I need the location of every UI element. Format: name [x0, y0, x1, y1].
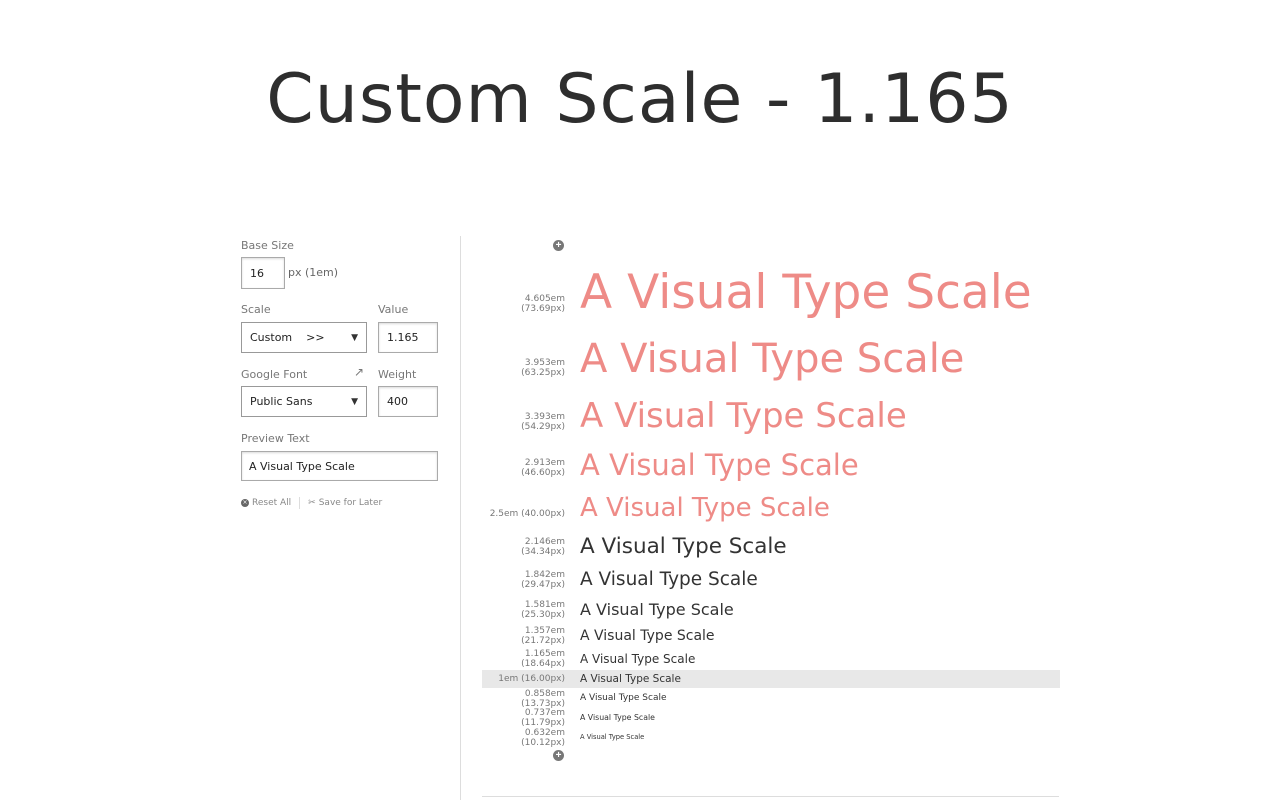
x-circle-icon: × [241, 499, 249, 507]
scale-label: Scale [241, 303, 271, 316]
value-label: Value [378, 303, 409, 316]
scale-sample-text: A Visual Type Scale [580, 600, 734, 619]
scale-sample-text: A Visual Type Scale [580, 264, 1032, 320]
scale-sample-text: A Visual Type Scale [580, 652, 696, 666]
scale-row: 1.842em (29.47px) A Visual Type Scale [482, 569, 1060, 591]
scale-size-label: 0.737em (11.79px) [521, 708, 565, 728]
weight-label: Weight [378, 368, 417, 381]
save-for-later-button[interactable]: ✂ Save for Later [308, 498, 382, 508]
scissors-icon: ✂ [308, 498, 316, 508]
scale-size-label: 1em (16.00px) [498, 674, 565, 684]
scale-select-value: Custom >> [250, 331, 325, 344]
panel-divider [460, 236, 461, 800]
base-size-label: Base Size [241, 239, 294, 252]
scale-row: 3.953em (63.25px) A Visual Type Scale [482, 336, 1060, 382]
scale-row: 3.393em (54.29px) A Visual Type Scale [482, 396, 1060, 436]
chevron-down-icon: ▼ [351, 396, 358, 407]
base-size-unit: px (1em) [288, 266, 339, 279]
scale-sample-text: A Visual Type Scale [580, 447, 859, 482]
scale-sample-text: A Visual Type Scale [580, 534, 787, 560]
scale-row: 0.632em (10.12px) A Visual Type Scale [482, 728, 1060, 748]
scale-size-label: 1.357em (21.72px) [521, 626, 565, 646]
scale-size-label: 3.953em (63.25px) [521, 358, 565, 378]
scale-row: 2.5em (40.00px) A Visual Type Scale [482, 493, 1060, 523]
weight-input[interactable]: 400 [378, 386, 438, 417]
scale-value-input[interactable]: 1.165 [378, 322, 438, 353]
scale-size-label: 1.581em (25.30px) [521, 600, 565, 620]
scale-row: 1.581em (25.30px) A Visual Type Scale [482, 600, 1060, 620]
scale-row: 2.146em (34.34px) A Visual Type Scale [482, 534, 1060, 560]
scale-row: 4.605em (73.69px) A Visual Type Scale [482, 266, 1060, 318]
base-size-input[interactable]: 16 [241, 257, 285, 289]
scale-sample-text: A Visual Type Scale [580, 733, 645, 742]
scale-sample-text: A Visual Type Scale [580, 396, 907, 436]
scale-size-label: 1.842em (29.47px) [521, 570, 565, 590]
scale-sample-text: A Visual Type Scale [580, 568, 758, 590]
reset-all-button[interactable]: × Reset All [241, 498, 291, 508]
save-for-later-label: Save for Later [318, 498, 383, 508]
plus-circle-icon[interactable]: + [553, 240, 564, 251]
scale-size-label: 3.393em (54.29px) [521, 412, 565, 432]
google-font-select-value: Public Sans [250, 395, 313, 408]
reset-all-label: Reset All [252, 498, 292, 508]
scale-sample-text: A Visual Type Scale [580, 336, 965, 382]
action-separator [299, 497, 301, 509]
scale-size-label: 2.5em (40.00px) [489, 509, 565, 519]
preview-text-input[interactable]: A Visual Type Scale [241, 451, 438, 481]
scale-row: 2.913em (46.60px) A Visual Type Scale [482, 448, 1060, 482]
scale-row: 0.858em (13.73px) A Visual Type Scale [482, 688, 1060, 709]
chevron-down-icon: ▼ [351, 332, 358, 343]
plus-circle-icon[interactable]: + [553, 750, 564, 761]
external-link-icon[interactable]: ↗ [354, 365, 364, 379]
bottom-divider [482, 796, 1059, 797]
scale-sample-text: A Visual Type Scale [580, 628, 715, 644]
scale-select[interactable]: Custom >> ▼ [241, 322, 367, 353]
scale-row: 0.737em (11.79px) A Visual Type Scale [482, 708, 1060, 728]
scale-sample-text: A Visual Type Scale [580, 713, 655, 723]
scale-size-label: 0.632em (10.12px) [521, 727, 565, 748]
scale-row: 1em (16.00px) A Visual Type Scale [482, 670, 1060, 688]
google-font-label: Google Font [241, 368, 308, 381]
scale-size-label: 2.146em (34.34px) [521, 537, 565, 557]
scale-size-label: 0.858em (13.73px) [521, 688, 565, 709]
scale-size-label: 2.913em (46.60px) [521, 458, 565, 478]
scale-row: 1.165em (18.64px) A Visual Type Scale [482, 649, 1060, 669]
page-title: Custom Scale - 1.165 [266, 60, 1014, 139]
scale-size-label: 1.165em (18.64px) [521, 649, 565, 669]
scale-size-label: 4.605em (73.69px) [521, 294, 565, 314]
scale-sample-text: A Visual Type Scale [580, 693, 667, 703]
scale-sample-text: A Visual Type Scale [580, 672, 681, 685]
google-font-select[interactable]: Public Sans ▼ [241, 386, 367, 417]
preview-text-label: Preview Text [241, 432, 310, 445]
panel-actions: × Reset All ✂ Save for Later [241, 497, 382, 509]
scale-sample-text: A Visual Type Scale [580, 493, 830, 523]
scale-row: 1.357em (21.72px) A Visual Type Scale [482, 626, 1060, 646]
